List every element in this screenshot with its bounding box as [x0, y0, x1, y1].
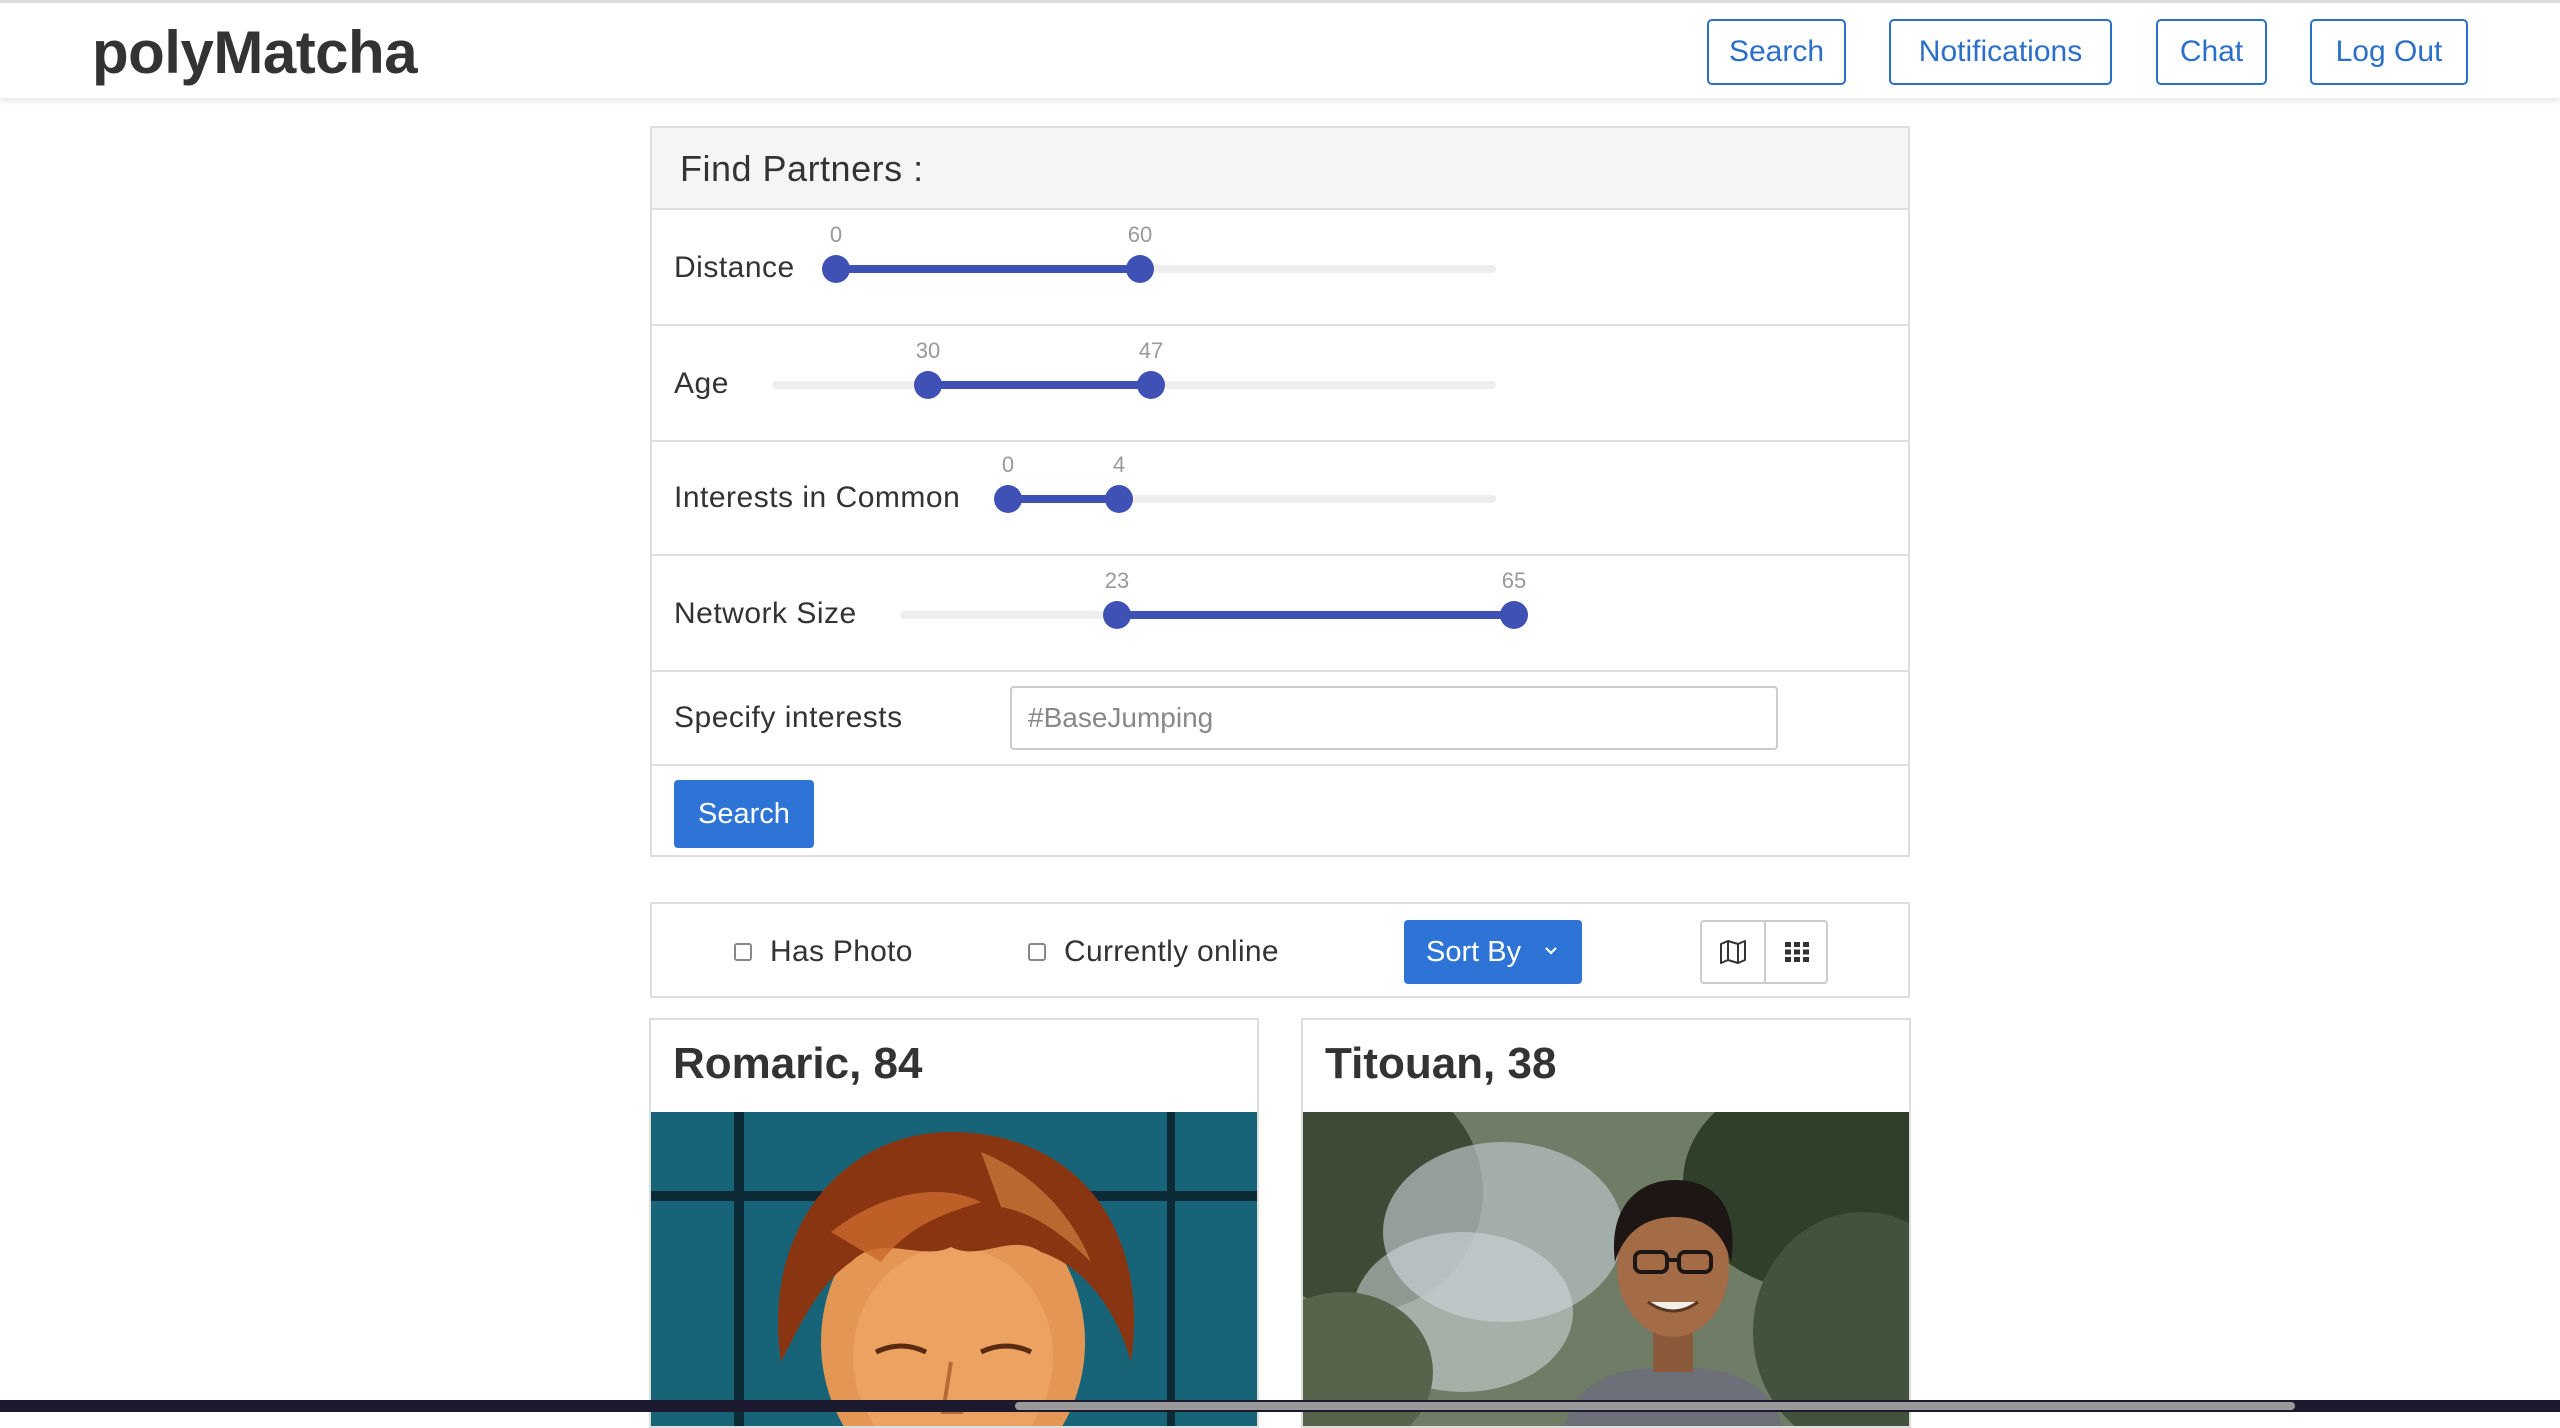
- interests-input[interactable]: [1010, 686, 1778, 750]
- brand-logo[interactable]: polyMatcha: [92, 17, 418, 89]
- grid-view-button[interactable]: [1766, 922, 1828, 982]
- results-toolbar: Has Photo Currently online Sort By: [650, 902, 1910, 998]
- interests-min-value: 0: [1001, 452, 1015, 477]
- currently-online-checkbox[interactable]: [1028, 943, 1046, 961]
- interests-row: Interests in Common 0 4: [652, 442, 1908, 556]
- network-max-handle[interactable]: [1500, 601, 1528, 629]
- map-view-button[interactable]: [1702, 922, 1764, 982]
- sort-by-dropdown[interactable]: Sort By: [1404, 920, 1582, 984]
- interests-min-handle[interactable]: [994, 485, 1022, 513]
- nav-search-button[interactable]: Search: [1707, 19, 1846, 85]
- profile-photo-image: [1303, 1112, 1909, 1426]
- panel-heading: Find Partners :: [652, 128, 1908, 210]
- nav-chat-button[interactable]: Chat: [2156, 19, 2267, 85]
- currently-online-label[interactable]: Currently online: [1064, 934, 1279, 970]
- distance-max-value: 60: [1127, 222, 1153, 247]
- age-max-handle[interactable]: [1137, 371, 1165, 399]
- distance-min-value: 0: [829, 222, 843, 247]
- age-label: Age: [674, 367, 729, 400]
- network-row: Network Size 23 65: [652, 556, 1908, 672]
- profile-card-title[interactable]: Romaric, 84: [673, 1038, 922, 1090]
- view-toggle-group: [1700, 920, 1828, 984]
- filter-search-button[interactable]: Search: [674, 780, 814, 848]
- age-row: Age 30 47: [652, 326, 1908, 442]
- profile-photo[interactable]: [651, 1112, 1257, 1426]
- network-max-value: 65: [1501, 568, 1527, 593]
- network-slider[interactable]: 23 65: [900, 568, 1528, 632]
- chevron-down-icon: [1545, 947, 1557, 955]
- map-icon: [1720, 940, 1746, 964]
- profile-photo-image: [651, 1112, 1257, 1426]
- top-navbar: polyMatcha Search Notifications Chat Log…: [0, 0, 2560, 98]
- profile-card[interactable]: Titouan, 38: [1301, 1018, 1911, 1428]
- profile-photo[interactable]: [1303, 1112, 1909, 1426]
- grid-icon: [1785, 942, 1809, 962]
- network-label: Network Size: [674, 597, 857, 630]
- network-slider-range: [1117, 611, 1514, 619]
- distance-min-handle[interactable]: [822, 255, 850, 283]
- distance-slider[interactable]: 0 60: [822, 222, 1496, 286]
- age-slider[interactable]: 30 47: [772, 338, 1496, 402]
- interests-max-value: 4: [1112, 452, 1126, 477]
- panel-title: Find Partners :: [680, 148, 924, 189]
- interests-max-handle[interactable]: [1105, 485, 1133, 513]
- distance-label: Distance: [674, 251, 795, 284]
- interests-slider[interactable]: 0 4: [994, 452, 1496, 516]
- age-max-value: 47: [1138, 338, 1164, 363]
- nav-notifications-button[interactable]: Notifications: [1889, 19, 2112, 85]
- age-min-handle[interactable]: [914, 371, 942, 399]
- interests-label: Interests in Common: [674, 481, 961, 514]
- interests-slider-range: [1008, 495, 1119, 503]
- profile-card-title[interactable]: Titouan, 38: [1325, 1038, 1556, 1090]
- profile-card[interactable]: Romaric, 84: [649, 1018, 1259, 1428]
- has-photo-checkbox[interactable]: [734, 943, 752, 961]
- scrollbar-thumb[interactable]: [1015, 1402, 2295, 1410]
- age-slider-range: [928, 381, 1151, 389]
- network-min-handle[interactable]: [1103, 601, 1131, 629]
- distance-slider-range: [836, 265, 1140, 273]
- specify-interests-label: Specify interests: [674, 701, 903, 734]
- horizontal-scrollbar[interactable]: [0, 1400, 2560, 1412]
- distance-max-handle[interactable]: [1126, 255, 1154, 283]
- specify-interests-row: Specify interests: [652, 672, 1908, 766]
- sort-by-label: Sort By: [1426, 936, 1522, 968]
- find-partners-panel: Find Partners : Distance 0 60 Age 30 47 …: [650, 126, 1910, 857]
- network-min-value: 23: [1104, 568, 1130, 593]
- age-min-value: 30: [915, 338, 941, 363]
- distance-row: Distance 0 60: [652, 210, 1908, 326]
- has-photo-label[interactable]: Has Photo: [770, 934, 913, 970]
- search-row: Search: [652, 766, 1908, 855]
- nav-logout-button[interactable]: Log Out: [2310, 19, 2468, 85]
